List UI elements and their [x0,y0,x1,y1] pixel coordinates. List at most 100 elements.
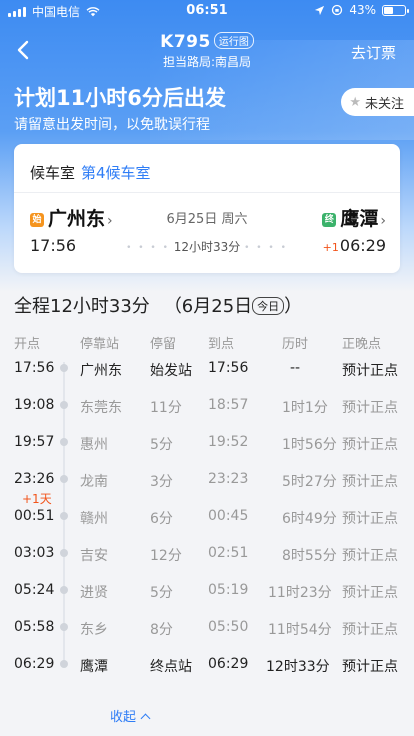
battery-icon [382,4,409,16]
row-elapsed: 1时1分 [282,400,328,416]
row-status: 预计正点 [342,511,398,527]
star-icon: ★ [349,94,361,110]
train-number: K795 [160,32,211,52]
run-chart-tag[interactable]: 运行图 [213,32,254,49]
row-status: 预计正点 [342,400,398,416]
row-status: 预计正点 [342,548,398,564]
waiting-room-value: 第4候车室 [81,164,151,182]
nav-bar: K795 运行图 担当路局:南昌局 去订票 [0,28,414,72]
row-stop: 11分 [150,400,182,416]
departure-hint: 请留意出发时间，以免耽误行程 [14,117,210,133]
row-arrival: 23:23 [208,471,249,487]
row-arrival: 02:51 [208,545,249,561]
header-arrival: 到点 [208,337,235,352]
trip-card: 候车室 第4候车室 始广州东 › 6月25日 周六 终鹰潭 › 17:56 • • •… [14,144,400,273]
stop-dot [60,512,68,520]
row-station: 广州东 [80,363,122,379]
table-row[interactable]: 17:56 广州东 始发站 17:56 -- 预计正点 [0,360,414,380]
row-stop: 5分 [150,585,173,601]
row-stop: 始发站 [150,363,192,379]
today-badge: 今日 [252,297,285,315]
destination-badge: 终 [322,213,337,227]
row-arrival: 00:45 [208,508,249,524]
row-elapsed: -- [290,360,301,376]
row-elapsed: 11时23分 [268,585,332,601]
book-ticket-button[interactable]: 去订票 [351,42,396,63]
table-row[interactable]: 03:03 吉安 12分 02:51 8时55分 预计正点 [0,545,414,565]
table-row[interactable]: 06:29 鹰潭 终点站 06:29 12时33分 预计正点 [0,656,414,676]
summary-close-paren: ） [284,296,303,317]
destination-station[interactable]: 终鹰潭 › [322,204,386,231]
table-row[interactable]: 05:24 进贤 5分 05:19 11时23分 预计正点 [0,582,414,602]
row-station: 吉安 [80,548,108,564]
row-stop: 终点站 [150,659,192,675]
table-row[interactable]: 05:58 东乡 8分 05:50 11时54分 预计正点 [0,619,414,639]
row-status: 预计正点 [342,585,398,601]
row-departure: 05:58 [14,619,55,635]
departure-countdown: 计划11小时6分后出发 [14,86,226,110]
row-departure: 19:08 [14,397,55,413]
status-right: 43% [314,3,409,17]
stop-dot [60,364,68,372]
row-arrival: 18:57 [208,397,249,413]
row-departure: 03:03 [14,545,55,561]
stop-dot [60,549,68,557]
dots-right: • • • • [244,243,288,253]
row-stop: 8分 [150,622,173,638]
collapse-label: 收起 [110,710,137,725]
stop-dot [60,438,68,446]
trip-summary: 全程12小时33分 （6月25日 今日） [14,292,302,318]
row-status: 预计正点 [342,437,398,453]
destination-name: 鹰潭 [340,208,379,230]
row-station: 进贤 [80,585,108,601]
row-elapsed: 5时27分 [282,474,337,490]
row-departure: 17:56 [14,360,55,376]
table-row[interactable]: 19:57 惠州 5分 19:52 1时56分 预计正点 [0,434,414,454]
row-departure: 23:26 [14,471,55,487]
row-status: 预计正点 [342,622,398,638]
row-stop: 3分 [150,474,173,490]
table-row[interactable]: 00:51 赣州 6分 00:45 6时49分 预计正点 [0,508,414,528]
table-row[interactable]: 19:08 东莞东 11分 18:57 1时1分 预计正点 [0,397,414,417]
stop-dot [60,586,68,594]
waiting-room-label: 候车室 [30,164,76,182]
next-day-marker: +1 [322,241,339,254]
chevron-up-icon [140,713,151,724]
row-station: 东乡 [80,622,108,638]
row-elapsed: 11时54分 [268,622,332,638]
row-arrival: 05:50 [208,619,249,635]
battery-percent: 43% [349,3,376,17]
duration-label: 12小时33分 [173,240,241,254]
location-arrow-icon [315,5,325,15]
status-bar: 中国电信 06:51 43% [0,0,414,22]
follow-button[interactable]: ★ 未关注 [341,88,414,116]
next-day-label: +1天 [22,492,52,506]
row-status: 预计正点 [342,363,398,379]
battery-fill [384,6,394,14]
row-status: 预计正点 [342,659,398,675]
row-arrival: 06:29 [208,656,249,672]
arrival-time: +106:29 [323,236,386,255]
row-station: 鹰潭 [80,659,108,675]
row-station: 惠州 [80,437,108,453]
collapse-button[interactable]: 收起 [110,706,151,725]
stop-dot [60,660,68,668]
row-arrival: 05:19 [208,582,249,598]
row-departure: 19:57 [14,434,55,450]
row-station: 赣州 [80,511,108,527]
table-row[interactable]: 23:26 龙南 3分 23:23 5时27分 预计正点 [0,471,414,491]
stop-dot [60,401,68,409]
row-station: 龙南 [80,474,108,490]
header-stop: 停留 [150,337,177,352]
stop-dot [60,475,68,483]
header-elapsed: 历时 [282,337,309,352]
summary-date: （6月25日 [163,296,253,317]
row-arrival: 19:52 [208,434,249,450]
header-station: 停靠站 [80,337,120,352]
row-elapsed: 1时56分 [282,437,337,453]
arrival-time-value: 06:29 [339,236,386,255]
stop-dot [60,623,68,631]
table-header: 开点 停靠站 停留 到点 历时 正晚点 [0,333,414,352]
row-departure: 06:29 [14,656,55,672]
row-departure: 00:51 [14,508,55,524]
